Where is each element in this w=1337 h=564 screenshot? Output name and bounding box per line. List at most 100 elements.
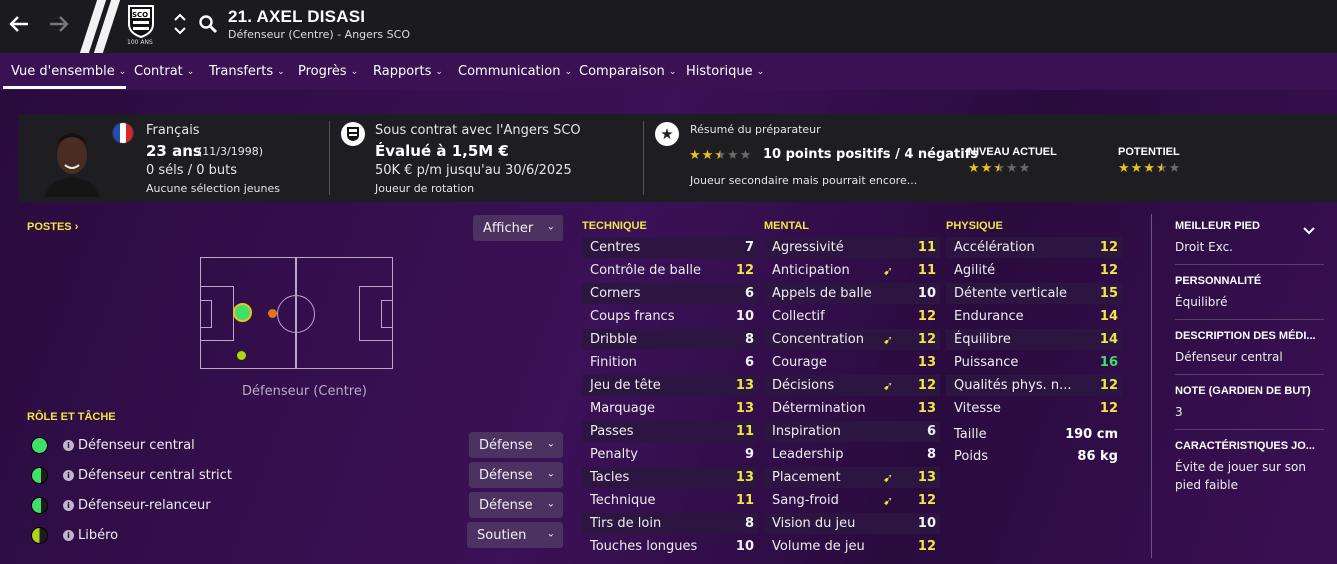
info-icon[interactable]: i [63,500,74,511]
position-marker[interactable] [236,350,247,361]
attribute-name[interactable]: Marquage [590,401,655,416]
attribute-name[interactable]: Tacles [590,470,629,485]
attribute-name[interactable]: Équilibre [954,332,1011,347]
attribute-name[interactable]: Vision du jeu [772,516,855,531]
attribute-name[interactable]: Touches longues [590,539,697,554]
attribute-name[interactable]: Détermination [772,401,866,416]
role-name[interactable]: Défenseur central strict [78,468,232,483]
youth-caps: Aucune sélection jeunes [146,182,280,195]
show-dropdown[interactable]: Afficher ⌄ [473,215,563,241]
attribute-value: 12 [1099,401,1118,416]
attribute-name[interactable]: Accélération [954,240,1035,255]
attribute-name[interactable]: Coups francs [590,309,674,324]
star-icon: ★ [1168,161,1181,176]
star-icon: ★ [726,148,739,163]
attribute-name[interactable]: Dribble [590,332,637,347]
info-icon[interactable]: i [63,470,74,481]
attribute-value: 12 [917,378,936,393]
attribute-name[interactable]: Leadership [772,447,843,462]
attribute-value: 8 [926,447,936,462]
attribute-name[interactable]: Collectif [772,309,825,324]
france-flag-icon [112,122,134,144]
star-icon: ★ [993,161,1005,176]
search-button[interactable] [193,9,223,39]
attribute-value: 10 [917,516,936,531]
attribute-name[interactable]: Vitesse [954,401,1001,416]
back-button[interactable] [4,9,34,39]
attribute-name[interactable]: Corners [590,286,641,301]
role-duty-dropdown[interactable]: Défense ⌄ [469,462,563,488]
chevron-down-icon: ⌄ [277,66,285,77]
role-duty-dropdown[interactable]: Défense ⌄ [469,432,563,458]
attribute-name[interactable]: Sang-froid [772,493,839,508]
forward-button[interactable] [44,9,74,39]
attribute-name[interactable]: Décisions [772,378,834,393]
attribute-name[interactable]: Penalty [590,447,638,462]
attribute-name[interactable]: Appels de balle [772,286,872,301]
star-icon: ★ [660,124,674,143]
attribute-value: 10 [917,286,936,301]
position-marker[interactable] [268,309,277,318]
attribute-value: 13 [917,470,936,485]
star-icon: ★ [1005,161,1018,176]
attribute-name[interactable]: Placement [772,470,841,485]
attribute-name[interactable]: Qualités phys. n... [954,378,1072,393]
attribute-name[interactable]: Agilité [954,263,995,278]
attribute-name[interactable]: Inspiration [772,424,841,439]
tab-contract[interactable]: Contrat ⌄ [134,64,194,79]
attribute-value: 16 [1099,355,1118,370]
chevron-down-icon [1303,227,1315,235]
tab-overview[interactable]: Vue d'ensemble ⌄ [11,64,126,79]
attribute-name[interactable]: Concentration [772,332,864,347]
next-player-button[interactable] [173,27,187,37]
pitch-goal-box [381,300,393,328]
role-duty-dropdown[interactable]: Défense ⌄ [469,492,563,518]
role-name[interactable]: Libéro [78,528,118,543]
attribute-name[interactable]: Tirs de loin [590,516,661,531]
attribute-name[interactable]: Technique [590,493,655,508]
attribute-name[interactable]: Endurance [954,309,1024,324]
crest-text: SCO [132,11,149,19]
attribute-name[interactable]: Jeu de tête [590,378,661,393]
age: 23 ans [146,142,202,160]
tab-progress[interactable]: Progrès ⌄ [298,64,358,79]
attribute-name[interactable]: Courage [772,355,827,370]
previous-player-button[interactable] [173,13,187,23]
attribute-name[interactable]: Volume de jeu [772,539,865,554]
attribute-name[interactable]: Agressivité [772,240,844,255]
role-name[interactable]: Défenseur central [78,438,195,453]
tab-transfers[interactable]: Transferts ⌄ [209,64,285,79]
star-icon: ★ [714,148,726,163]
chevron-down-icon [174,27,186,35]
role-duty-dropdown[interactable]: Soutien ⌄ [467,522,563,548]
tab-comparison[interactable]: Comparaison ⌄ [579,64,676,79]
attribute-name[interactable]: Passes [590,424,634,439]
tab-reports[interactable]: Rapports ⌄ [373,64,443,79]
coach-report-button[interactable]: ★ [655,122,679,146]
natural-position-marker[interactable] [233,303,252,322]
side-panel-expand[interactable] [1303,224,1315,239]
potential-label: POTENTIEL [1118,146,1180,158]
tab-history[interactable]: Historique ⌄ [686,64,764,79]
attribute-value: 9 [744,447,754,462]
role-suitability-icon [31,497,48,514]
attribute-name[interactable]: Anticipation [772,263,850,278]
positions-title[interactable]: POSTES › [27,221,78,233]
info-icon[interactable]: i [63,530,74,541]
attribute-name[interactable]: Finition [590,355,637,370]
star-icon: ★ [739,148,752,163]
info-icon[interactable]: i [63,440,74,451]
position-pitch[interactable] [200,257,393,369]
club-crest[interactable]: SCO 100 ANS [126,4,156,48]
attribute-name[interactable]: Détente verticale [954,286,1067,301]
attribute-name[interactable]: Puissance [954,355,1018,370]
role-name[interactable]: Défenseur-relanceur [78,498,211,513]
attribute-value: 11 [735,493,754,508]
player-name: 21. AXEL DISASI [228,7,366,26]
attribute-value: 12 [1099,378,1118,393]
attribute-name[interactable]: Contrôle de balle [590,263,701,278]
player-photo[interactable] [41,121,103,197]
tab-communication[interactable]: Communication ⌄ [458,64,572,79]
attribute-value: 12 [1099,263,1118,278]
attribute-name[interactable]: Centres [590,240,640,255]
